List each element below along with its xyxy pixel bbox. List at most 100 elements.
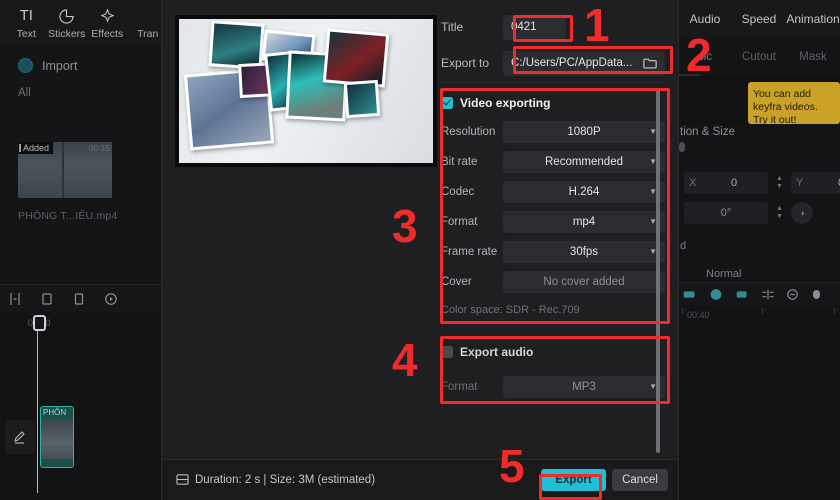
resolution-select[interactable]: 1080P ▼ — [503, 121, 665, 143]
option-row-cover: Cover No cover added — [441, 270, 665, 294]
timeline-time-end: 00:40 — [687, 310, 710, 320]
timeline-clip-thumb — [41, 419, 73, 459]
tab-animation[interactable]: Animation — [786, 12, 840, 26]
tab-speed[interactable]: Speed — [732, 12, 786, 26]
crop-icon[interactable] — [71, 291, 87, 307]
position-y-field[interactable]: Y 0 — [791, 172, 840, 194]
media-filter-all[interactable]: All — [0, 73, 162, 99]
format-select[interactable]: mp4 ▼ — [503, 211, 665, 233]
option-row-framerate: Frame rate 30fps ▼ — [441, 240, 665, 264]
option-row-format: Format mp4 ▼ — [441, 210, 665, 234]
app-root: TI Text Stickers Effects Tran Import All… — [0, 0, 840, 500]
dialog-scrollbar[interactable] — [656, 88, 660, 453]
reverse-icon[interactable] — [103, 291, 119, 307]
position-row: X 0 ▲▼ Y 0 — [684, 172, 840, 194]
rotation-stepper[interactable]: ▲ ▼ — [774, 205, 785, 221]
export-dialog: Title 0421 Export to C:/Users/PC/AppData… — [162, 0, 678, 500]
video-export-checkbox[interactable] — [441, 97, 453, 109]
keyframe-prev-icon[interactable] — [682, 288, 698, 302]
timeline-left[interactable]: 00:00 PHÔN — [0, 312, 162, 500]
left-tab-text-label: Text — [16, 28, 36, 40]
left-tab-stickers[interactable]: Stickers — [47, 6, 88, 40]
video-export-header[interactable]: Video exporting — [441, 92, 665, 114]
dialog-footer: Duration: 2 s | Size: 3M (estimated) Exp… — [162, 459, 678, 500]
position-x-value: 0 — [730, 177, 738, 189]
left-tab-effects[interactable]: Effects — [87, 6, 128, 40]
video-export-title: Video exporting — [460, 96, 551, 110]
preview-card-7 — [322, 28, 390, 88]
media-library: Import All Added 00:15 PHÔNG T...IÊU.mp4 — [0, 46, 162, 284]
rotation-dial[interactable]: ◑ — [791, 202, 813, 224]
export-path-input[interactable]: C:/Users/PC/AppData... — [503, 50, 665, 76]
duration-icon — [176, 473, 189, 486]
properties-panel: tion & Size X 0 ▲▼ Y 0 0° ▲▼ ◑ d Normal — [678, 124, 840, 282]
zoom-slider-handle[interactable] — [812, 288, 828, 302]
subtab-cutout[interactable]: Cutout — [732, 51, 786, 63]
audio-format-select[interactable]: MP3 ▼ — [503, 376, 665, 398]
title-input[interactable]: 0421 — [503, 14, 566, 40]
left-tab-text[interactable]: TI Text — [6, 6, 47, 40]
media-duration-badge: 00:15 — [88, 143, 110, 153]
media-card[interactable]: Added 00:15 — [18, 142, 112, 198]
cover-button[interactable]: No cover added — [503, 271, 665, 293]
cancel-button[interactable]: Cancel — [612, 469, 668, 491]
framerate-select[interactable]: 30fps ▼ — [503, 241, 665, 263]
position-y-key: Y — [796, 177, 804, 189]
media-added-badge: Added — [18, 142, 54, 154]
timeline-clip[interactable]: PHÔN — [40, 406, 74, 468]
audio-export-checkbox[interactable] — [441, 346, 453, 358]
option-row-resolution: Resolution 1080P ▼ — [441, 120, 665, 144]
export-path-value: C:/Users/PC/AppData... — [511, 57, 633, 69]
mirror-icon[interactable] — [760, 288, 776, 302]
annotation-3: 3 — [392, 200, 418, 252]
rotation-row: 0° ▲ ▼ ◑ — [684, 202, 813, 224]
audio-export-header[interactable]: Export audio — [441, 341, 665, 363]
position-x-field[interactable]: X 0 — [684, 172, 768, 194]
format-value: mp4 — [572, 216, 596, 228]
export-button[interactable]: Export — [541, 469, 606, 491]
codec-select[interactable]: H.264 ▼ — [503, 181, 665, 203]
annotation-5: 5 — [499, 440, 525, 492]
keyframe-add-icon[interactable] — [708, 288, 724, 302]
cover-label: Cover — [441, 276, 472, 288]
export-to-row: Export to C:/Users/PC/AppData... — [441, 48, 665, 78]
panel-scroll-handle[interactable] — [679, 142, 685, 152]
import-button[interactable]: Import — [0, 46, 162, 73]
left-tab-stickers-label: Stickers — [48, 28, 86, 40]
bitrate-select[interactable]: Recommended ▼ — [503, 151, 665, 173]
edit-track-button[interactable] — [5, 420, 35, 454]
folder-icon[interactable] — [643, 57, 657, 69]
bitrate-value: Recommended — [545, 156, 623, 168]
delete-icon[interactable] — [39, 291, 55, 307]
position-x-key: X — [689, 177, 697, 189]
preview-card-8 — [343, 79, 381, 119]
keyframe-next-icon[interactable] — [734, 288, 750, 302]
preview-scene — [179, 19, 433, 163]
annotation-1: 1 — [584, 0, 610, 51]
title-label: Title — [441, 20, 464, 34]
blend-value[interactable]: Normal — [706, 268, 741, 280]
split-icon[interactable] — [7, 291, 23, 307]
duration-info: Duration: 2 s | Size: 3M (estimated) — [176, 473, 375, 486]
framerate-label: Frame rate — [441, 246, 498, 258]
export-preview — [175, 15, 437, 167]
export-to-label: Export to — [441, 56, 490, 70]
audio-format-label: Format — [441, 381, 478, 393]
zoom-out-icon[interactable] — [786, 288, 802, 302]
audio-export-title: Export audio — [460, 345, 534, 359]
rotation-field[interactable]: 0° — [684, 202, 768, 224]
timeline-clip-label: PHÔN — [41, 407, 73, 419]
playhead-handle[interactable] — [33, 315, 46, 331]
timeline-right[interactable]: 00:40 — [678, 306, 840, 500]
video-export-section: Video exporting Resolution 1080P ▼ Bit r… — [441, 92, 665, 316]
framerate-value: 30fps — [569, 246, 599, 258]
subtab-mask[interactable]: Mask — [786, 51, 840, 63]
format-label: Format — [441, 216, 478, 228]
position-y-value: 0 — [812, 177, 840, 189]
position-x-stepper[interactable]: ▲ ▼ — [774, 175, 785, 191]
tab-audio[interactable]: Audio — [678, 12, 732, 26]
timeline-clip-waveform — [41, 459, 73, 467]
properties-section-label: tion & Size — [680, 126, 735, 138]
left-tab-effects-label: Effects — [91, 28, 124, 40]
left-tab-bar: TI Text Stickers Effects Tran — [0, 0, 168, 46]
